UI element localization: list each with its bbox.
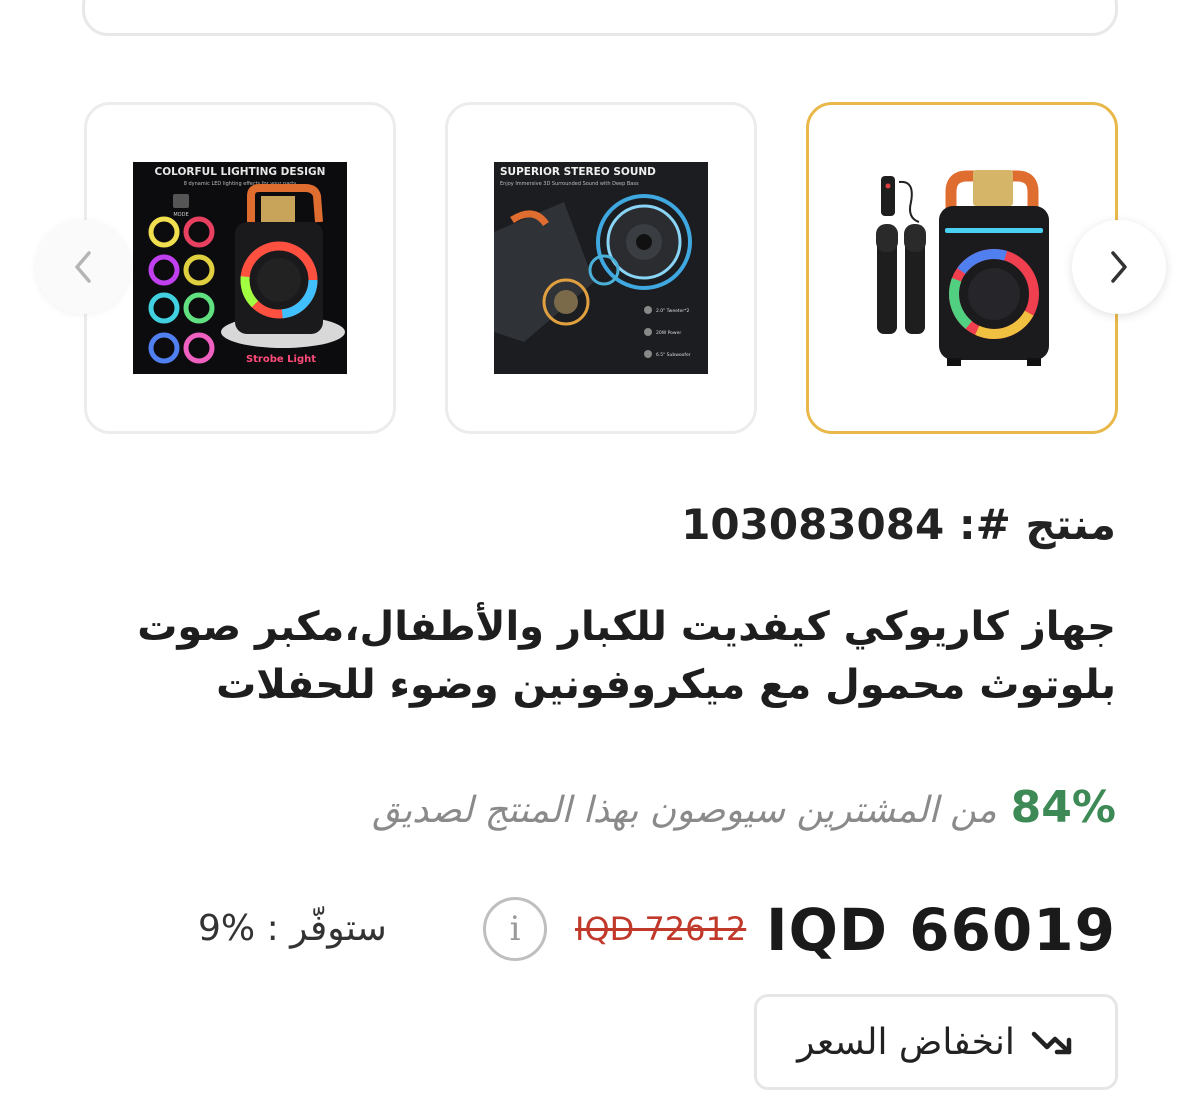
- recommendation-text: من المشترين سيوصون بهذا المنتج لصديق: [372, 790, 997, 831]
- gallery-thumbnail-sound[interactable]: SUPERIOR STEREO SOUND Enjoy Immersive 3D…: [445, 102, 757, 434]
- info-icon: i: [509, 909, 521, 949]
- sound-heading: SUPERIOR STEREO SOUND: [500, 166, 656, 178]
- gallery-prev-button[interactable]: [36, 220, 130, 314]
- spec-tweeter: 2.0" Tweeter*2: [656, 308, 690, 314]
- gallery-next-button[interactable]: [1072, 220, 1166, 314]
- search-box[interactable]: [82, 0, 1118, 36]
- sound-subheading: Enjoy Immersive 3D Surrounded Sound with…: [500, 181, 639, 187]
- product-image-main: [855, 162, 1069, 374]
- product-title: جهاز كاريوكي كيفديت للكبار والأطفال،مكبر…: [137, 604, 1116, 708]
- savings-label: ستوفّر :: [266, 908, 387, 949]
- price-drop-button[interactable]: انخفاض السعر: [754, 994, 1118, 1090]
- spec-subwoofer: 6.5" Subwoofer: [656, 352, 691, 358]
- strobe-label: Strobe Light: [246, 354, 316, 365]
- mode-label: MODE: [173, 212, 188, 218]
- chevron-left-icon: [75, 251, 91, 283]
- product-image-sound: SUPERIOR STEREO SOUND Enjoy Immersive 3D…: [494, 162, 708, 374]
- recommendation-percent: 84%: [1010, 782, 1116, 833]
- trending-down-icon: [1031, 1031, 1072, 1055]
- product-code: منتج #: 103083084: [681, 500, 1116, 549]
- gallery-thumbnail-lighting[interactable]: COLORFUL LIGHTING DESIGN 8 dynamic LED l…: [84, 102, 396, 434]
- recommendation-line: 84% من المشترين سيوصون بهذا المنتج لصديق: [372, 782, 1116, 833]
- savings-percent: 9%: [198, 908, 256, 949]
- old-price: IQD 72612: [575, 910, 747, 948]
- current-price: IQD 66019: [765, 896, 1116, 964]
- price-info-button[interactable]: i: [483, 897, 547, 961]
- product-image-lighting: COLORFUL LIGHTING DESIGN 8 dynamic LED l…: [133, 162, 347, 374]
- lighting-heading: COLORFUL LIGHTING DESIGN: [155, 166, 326, 178]
- chevron-right-icon: [1111, 251, 1127, 283]
- savings: ستوفّر : 9%: [198, 908, 387, 949]
- price-drop-label: انخفاض السعر: [797, 1021, 1015, 1063]
- spec-power: 20W Power: [656, 330, 681, 336]
